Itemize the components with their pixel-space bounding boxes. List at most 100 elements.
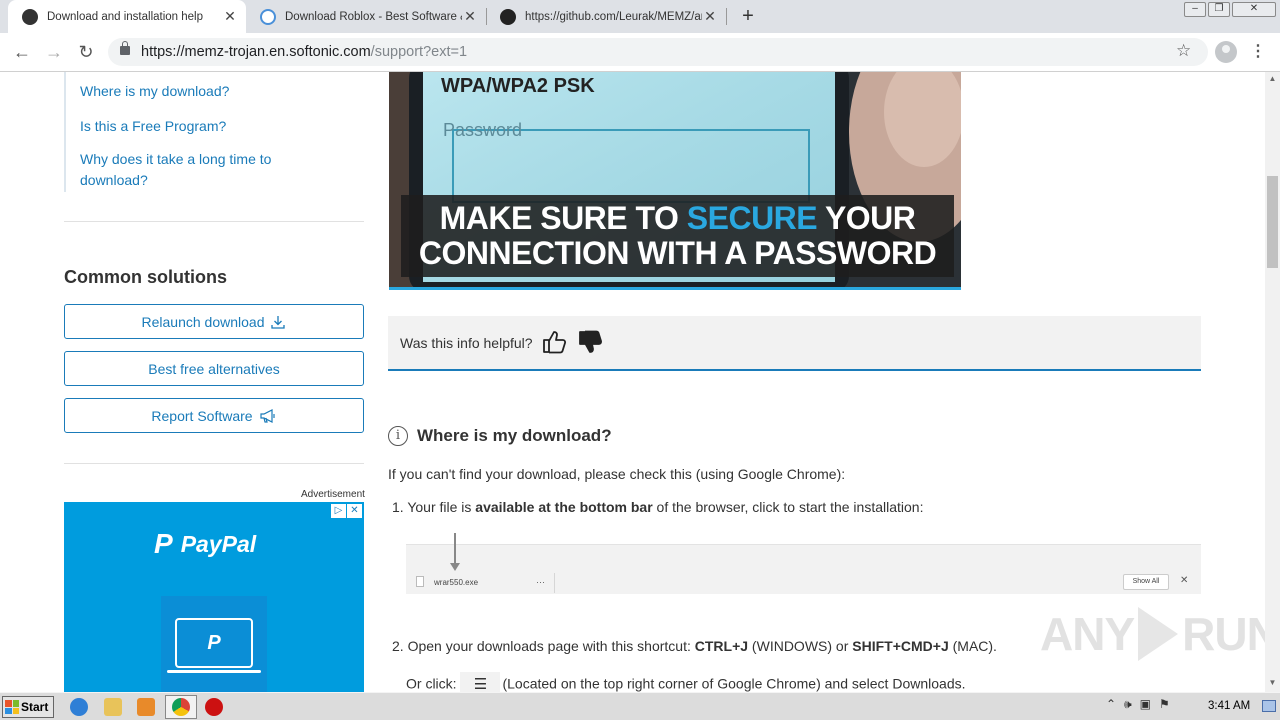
toc-link-long-time[interactable]: Why does it take a long time to download… (80, 149, 300, 191)
info-icon: i (388, 426, 408, 446)
github-favicon-icon (22, 8, 38, 25)
url-host: https://memz-trojan.en.softonic.com (141, 44, 371, 60)
browser-toolbar: ← → ↻ https://memz-trojan.en.softonic.co… (0, 33, 1280, 72)
address-bar[interactable]: https://memz-trojan.en.softonic.com/supp… (108, 38, 1208, 66)
tab-close-icon[interactable]: ✕ (702, 8, 718, 25)
step-number: 2. (392, 638, 404, 654)
action-center-flag-icon[interactable]: ⚑ (1159, 697, 1170, 712)
start-button[interactable]: Start (2, 696, 54, 718)
shortcut-mac: SHIFT+CMD+J (852, 638, 949, 654)
download-bar-illustration: wrar550.exe ⋯ Show All ✕ (406, 533, 1201, 594)
ad-close-icon[interactable]: ✕ (347, 504, 362, 518)
tab-separator (726, 8, 727, 25)
section-intro: If you can't find your download, please … (388, 466, 846, 482)
step-2-or-click: Or click: ☰ (Located on the top right cor… (406, 672, 966, 692)
laptop-icon: P (175, 618, 253, 668)
new-tab-button[interactable]: + (736, 4, 760, 28)
opera-icon[interactable] (205, 698, 223, 716)
internet-explorer-icon[interactable] (70, 698, 88, 716)
best-free-alternatives-button[interactable]: Best free alternatives (64, 351, 364, 386)
step-number: 1. (392, 499, 404, 515)
tab-github[interactable]: https://github.com/Leurak/MEMZ/ar ✕ (486, 0, 726, 33)
minimize-button[interactable]: ‒ (1184, 2, 1206, 17)
report-software-button[interactable]: Report Software (64, 398, 364, 433)
shortcut-windows: CTRL+J (694, 638, 749, 654)
paypal-wordmark: PayPal (180, 530, 257, 557)
video-screen-text: WPA/WPA2 PSK (441, 75, 595, 97)
tab-title: https://github.com/Leurak/MEMZ/ar (525, 10, 702, 23)
system-tray: ⌃ 🕪 ▣ ⚑ (1106, 697, 1170, 712)
caption-part: YOUR (817, 200, 916, 236)
ad-choices-icon[interactable]: ▷ (331, 504, 346, 518)
video-progress-bar[interactable] (389, 287, 961, 290)
divider (64, 463, 364, 464)
toc-link-where-download[interactable]: Where is my download? (80, 81, 300, 102)
watermark-right: RUN (1182, 608, 1265, 660)
caption-part: MAKE SURE TO (439, 200, 687, 236)
scroll-down-arrow-icon[interactable]: ▼ (1265, 676, 1280, 690)
toc-link-free-program[interactable]: Is this a Free Program? (80, 116, 300, 137)
pointer-arrow (450, 533, 460, 571)
relaunch-download-button[interactable]: Relaunch download (64, 304, 364, 339)
chrome-icon (172, 698, 190, 716)
video-caption: MAKE SURE TO SECURE YOUR CONNECTION WITH… (401, 195, 954, 277)
url-text[interactable]: https://memz-trojan.en.softonic.com/supp… (141, 44, 467, 60)
section-title: Where is my download? (417, 426, 612, 445)
tray-expand-icon[interactable]: ⌃ (1106, 697, 1116, 712)
common-solutions-heading: Common solutions (64, 267, 227, 287)
lock-icon (120, 41, 130, 55)
download-icon (271, 315, 286, 329)
divider (554, 573, 555, 593)
step-text: Open your downloads page with this short… (407, 638, 695, 654)
step-2: 2. Open your downloads page with this sh… (392, 638, 997, 654)
network-icon[interactable]: ▣ (1140, 697, 1151, 712)
ad-laptop-illustration: P (161, 596, 267, 692)
step-text: (WINDOWS) or (748, 638, 853, 654)
helpful-question: Was this info helpful? (400, 335, 533, 351)
profile-avatar-icon[interactable] (1215, 41, 1237, 63)
button-label: Relaunch download (141, 313, 265, 330)
step-text: (MAC). (948, 638, 997, 654)
chrome-taskbar-button[interactable] (165, 695, 197, 719)
scroll-thumb[interactable] (1267, 176, 1278, 268)
step-bold: available at the bottom bar (475, 499, 653, 515)
reload-icon[interactable]: ↻ (74, 41, 98, 63)
windows-taskbar: Start ⌃ 🕪 ▣ ⚑ 3:41 AM (0, 692, 1280, 720)
thumbs-up-icon[interactable] (541, 329, 567, 355)
github-favicon-icon (500, 8, 516, 25)
tab-title: Download and installation help (47, 10, 203, 23)
chrome-menu-icon[interactable]: ⋮ (1250, 41, 1266, 63)
forward-arrow-icon[interactable]: → (42, 41, 66, 63)
step-text: of the browser, click to start the insta… (652, 499, 924, 515)
toc-list: Where is my download? Is this a Free Pro… (64, 72, 364, 192)
video-player[interactable]: WPA/WPA2 PSK Password MAKE SURE TO SECUR… (389, 72, 961, 290)
thumbs-down-icon[interactable] (577, 329, 603, 355)
restore-button[interactable]: ❐ (1208, 2, 1230, 17)
scroll-up-arrow-icon[interactable]: ▲ (1265, 72, 1280, 86)
tab-close-icon[interactable]: ✕ (462, 8, 478, 25)
laptop-base (167, 670, 261, 673)
step-text: (Located on the top right corner of Goog… (502, 675, 966, 692)
step-text: Or click: (406, 675, 461, 692)
volume-icon[interactable]: 🕪 (1124, 697, 1132, 712)
windows-logo-icon (5, 700, 19, 714)
page-scrollbar[interactable]: ▲ ▼ (1265, 72, 1280, 692)
tab-download-roblox[interactable]: Download Roblox - Best Software & ✕ (246, 0, 486, 33)
ad-choices-badge[interactable]: ▷ ✕ (331, 504, 362, 518)
window-close-button[interactable]: ✕ (1232, 2, 1276, 17)
file-explorer-icon[interactable] (104, 698, 122, 716)
clock[interactable]: 3:41 AM (1208, 700, 1250, 712)
show-desktop-icon[interactable] (1262, 700, 1276, 712)
helpful-feedback-box: Was this info helpful? (388, 316, 1201, 371)
tab-strip: Download and installation help ✕ Downloa… (0, 0, 1280, 33)
watermark-left: ANY (1040, 608, 1135, 660)
tab-close-icon[interactable]: ✕ (222, 8, 238, 25)
paypal-ad[interactable]: ▷ ✕ P PayPal P (64, 502, 364, 692)
bookmark-star-icon[interactable]: ☆ (1176, 41, 1191, 61)
media-player-icon[interactable] (137, 698, 155, 716)
start-label: Start (21, 700, 49, 714)
button-label: Report Software (151, 407, 253, 424)
megaphone-icon (259, 408, 275, 423)
tab-download-help[interactable]: Download and installation help ✕ (8, 0, 246, 33)
back-arrow-icon[interactable]: ← (10, 41, 34, 63)
